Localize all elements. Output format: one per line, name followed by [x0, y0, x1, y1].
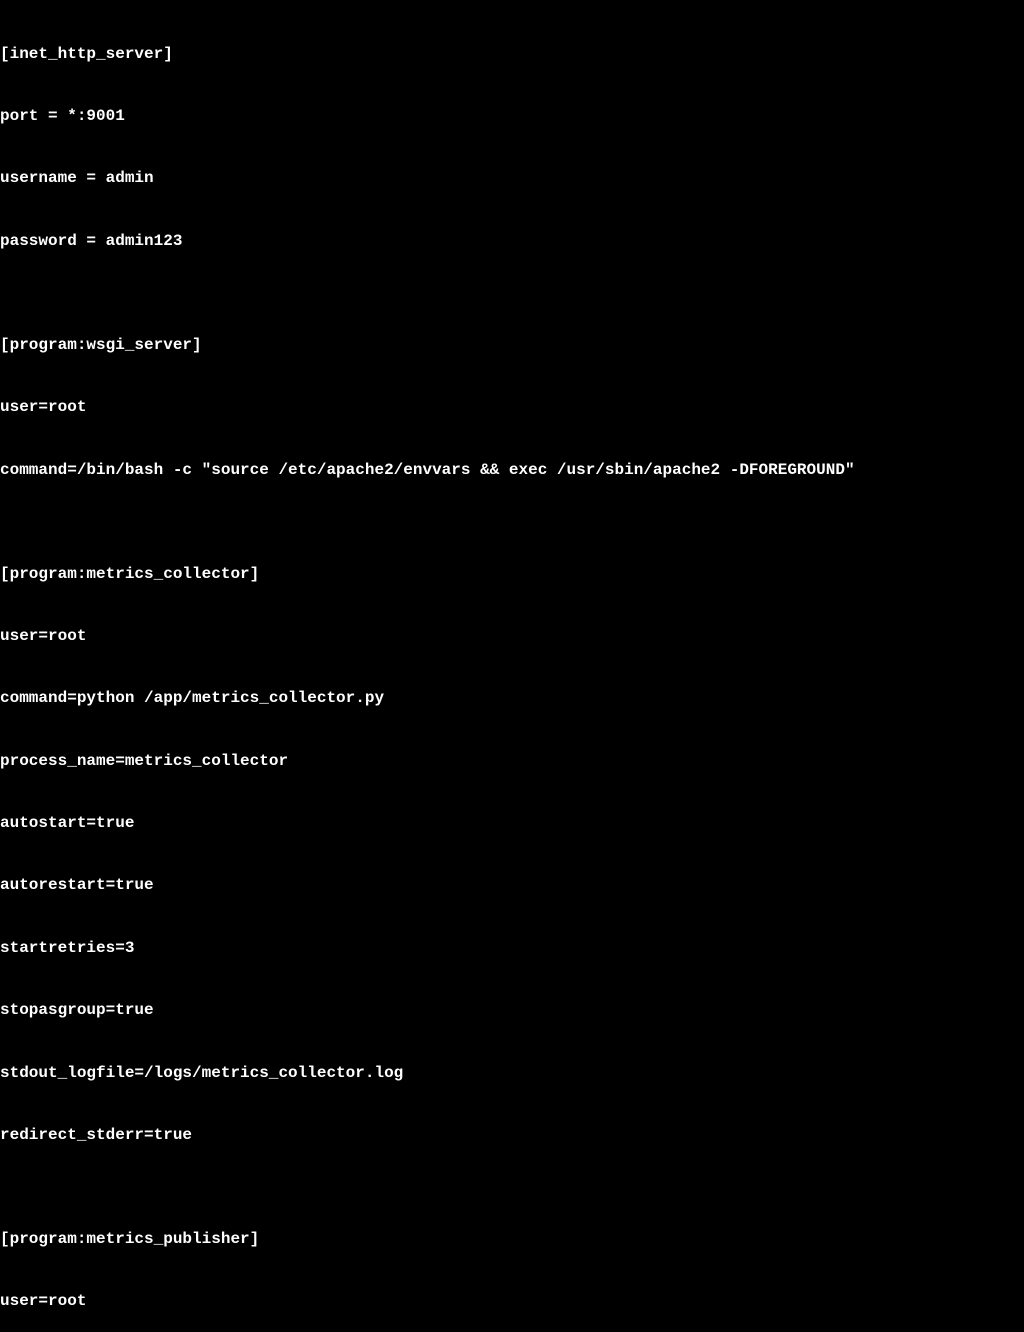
config-line: autorestart=true	[0, 875, 1024, 896]
config-line: redirect_stderr=true	[0, 1125, 1024, 1146]
terminal-output[interactable]: [inet_http_server] port = *:9001 usernam…	[0, 2, 1024, 1332]
config-line: [inet_http_server]	[0, 44, 1024, 65]
config-line: command=python /app/metrics_collector.py	[0, 688, 1024, 709]
config-line: password = admin123	[0, 231, 1024, 252]
config-line: stdout_logfile=/logs/metrics_collector.l…	[0, 1063, 1024, 1084]
config-line: user=root	[0, 397, 1024, 418]
config-line: [program:metrics_collector]	[0, 564, 1024, 585]
config-line: autostart=true	[0, 813, 1024, 834]
config-line: startretries=3	[0, 938, 1024, 959]
config-line: [program:wsgi_server]	[0, 335, 1024, 356]
config-line: port = *:9001	[0, 106, 1024, 127]
config-line: user=root	[0, 626, 1024, 647]
config-line: [program:metrics_publisher]	[0, 1229, 1024, 1250]
config-line: username = admin	[0, 168, 1024, 189]
config-line: process_name=metrics_collector	[0, 751, 1024, 772]
config-line: user=root	[0, 1291, 1024, 1312]
config-line: stopasgroup=true	[0, 1000, 1024, 1021]
config-line: command=/bin/bash -c "source /etc/apache…	[0, 460, 1024, 481]
